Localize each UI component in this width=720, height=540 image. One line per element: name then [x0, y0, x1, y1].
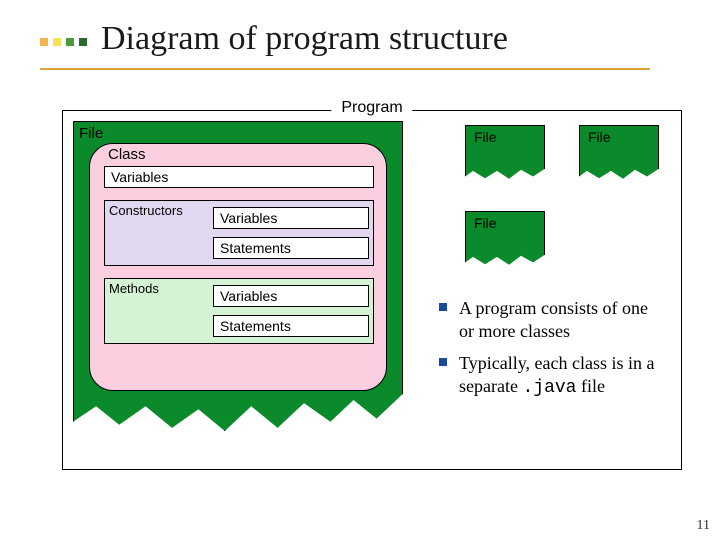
methods-box: Methods Variables Statements — [104, 278, 374, 344]
constructors-variables: Variables — [213, 207, 369, 229]
file-block: File — [579, 125, 659, 181]
constructors-statements: Statements — [213, 237, 369, 259]
slide-title-row: Diagram of program structure — [40, 20, 508, 58]
note-mono: .java — [522, 378, 576, 398]
methods-label: Methods — [109, 281, 159, 296]
primary-file-block: File Class Variables Constructors Variab… — [73, 121, 403, 431]
title-decor — [40, 38, 87, 58]
file-block: File — [465, 125, 545, 181]
decor-square — [79, 38, 87, 46]
notes-list: A program consists of one or more classe… — [433, 297, 663, 407]
program-legend: Program — [331, 99, 412, 117]
program-frame: Program File Class Variables Constructor… — [62, 110, 682, 470]
decor-square — [66, 38, 74, 46]
file-label: File — [474, 129, 497, 145]
page-number: 11 — [697, 518, 710, 534]
list-item: Typically, each class is in a separate .… — [433, 352, 663, 399]
decor-square — [40, 38, 48, 46]
file-label: File — [588, 129, 611, 145]
file-label: File — [474, 215, 497, 231]
class-box: Class Variables Constructors Variables S… — [89, 143, 387, 391]
methods-statements: Statements — [213, 315, 369, 337]
slide-title: Diagram of program structure — [101, 20, 508, 58]
file-block: File — [465, 211, 545, 267]
note-text-after: file — [576, 376, 605, 396]
class-label: Class — [108, 146, 146, 163]
file-label: File — [79, 125, 103, 142]
constructors-label: Constructors — [109, 203, 183, 218]
note-text: A program consists of one or more classe… — [459, 298, 648, 341]
decor-square — [53, 38, 61, 46]
constructors-box: Constructors Variables Statements — [104, 200, 374, 266]
title-underline — [40, 68, 650, 70]
class-variables-box: Variables — [104, 166, 374, 188]
methods-variables: Variables — [213, 285, 369, 307]
list-item: A program consists of one or more classe… — [433, 297, 663, 344]
